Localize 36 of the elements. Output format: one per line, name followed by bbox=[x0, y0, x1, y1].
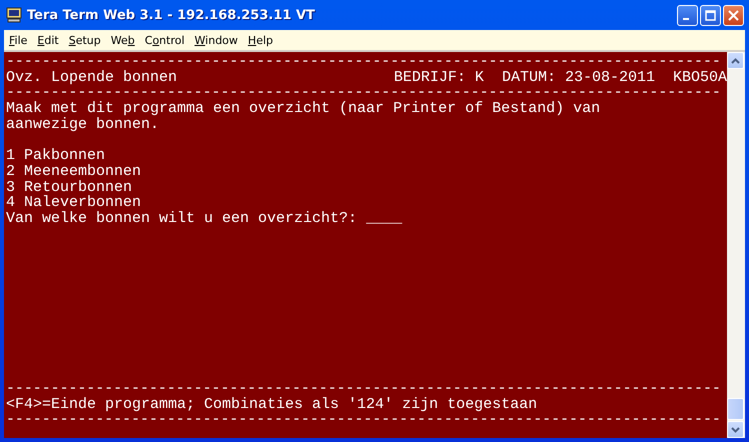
maximize-icon bbox=[705, 10, 716, 20]
description-text: aanwezige bonnen. bbox=[6, 116, 160, 133]
input-field[interactable]: ____ bbox=[366, 210, 402, 227]
menu-item[interactable]: File bbox=[4, 34, 32, 46]
menu-option: 3 Retourbonnen bbox=[6, 178, 132, 196]
company-label: BEDRIJF: K bbox=[394, 70, 484, 86]
menu-option: 4 Naleverbonnen bbox=[6, 194, 142, 212]
separator-line: -------------------------------------------------------------------------------- bbox=[6, 54, 721, 70]
close-icon bbox=[728, 10, 739, 20]
vertical-scrollbar[interactable] bbox=[727, 52, 745, 438]
function-key-hint: <F4>=Einde programma; Combinaties als '124' zijn toegestaan bbox=[6, 396, 538, 413]
scroll-down-icon[interactable] bbox=[727, 421, 744, 438]
menu-option: 2 Meeneembonnen bbox=[6, 162, 142, 180]
minimize-icon bbox=[683, 18, 689, 20]
separator-line: -------------------------------------------------------------------------------- bbox=[6, 412, 721, 428]
scroll-thumb[interactable] bbox=[727, 398, 744, 420]
prompt-text: Van welke bonnen wilt u een overzicht?: bbox=[6, 210, 358, 227]
separator-line: -------------------------------------------------------------------------------- bbox=[6, 380, 721, 397]
screen-title: Ovz. Lopende bonnen bbox=[6, 70, 178, 86]
program-code: KBO50A bbox=[672, 70, 727, 86]
date-label: DATUM: 23-08-2011 bbox=[502, 70, 655, 86]
close-button[interactable] bbox=[723, 4, 744, 26]
scroll-up-icon[interactable] bbox=[727, 52, 744, 69]
menu-item[interactable]: Control bbox=[140, 34, 190, 46]
description-text: Maak met dit programma een overzicht (naar Printer of Bestand) van bbox=[6, 100, 600, 118]
terminal-app-icon bbox=[6, 7, 22, 23]
menu-item[interactable]: Window bbox=[190, 34, 243, 46]
window-title: Tera Term Web 3.1 - 192.168.253.11 VT bbox=[27, 8, 315, 22]
separator-line: -------------------------------------------------------------------------------- bbox=[6, 85, 721, 102]
menu-item[interactable]: Edit bbox=[32, 34, 64, 46]
minimize-button[interactable] bbox=[677, 4, 698, 26]
menu-item[interactable]: Help bbox=[242, 34, 278, 46]
menu-option: 1 Pakbonnen bbox=[6, 147, 106, 164]
maximize-button[interactable] bbox=[700, 4, 721, 26]
menu-item[interactable]: Setup bbox=[64, 34, 106, 46]
menu-item[interactable]: Web bbox=[106, 34, 140, 46]
